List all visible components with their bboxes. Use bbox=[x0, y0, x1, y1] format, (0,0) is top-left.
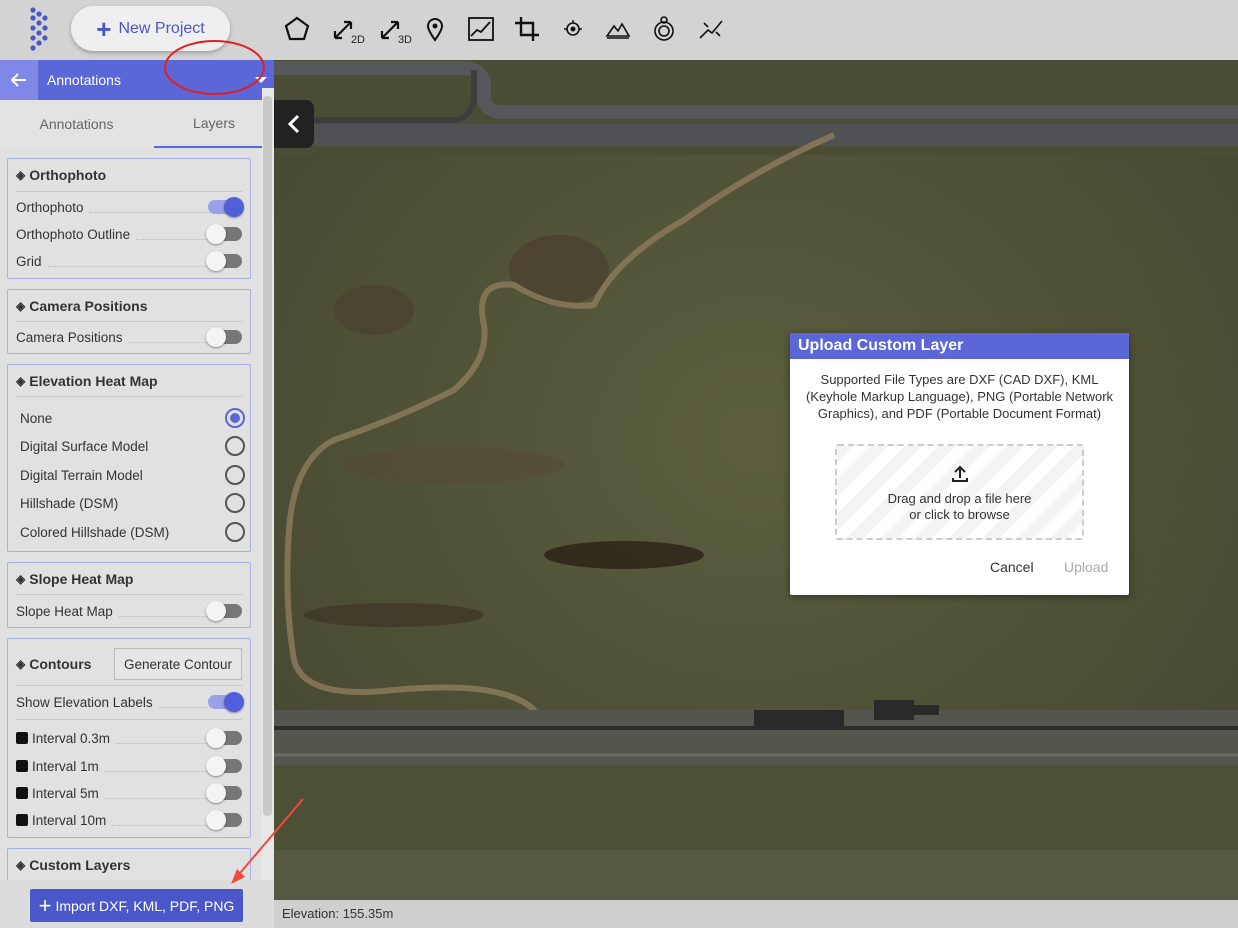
camera-card: ◈ Camera Positions Camera Positions bbox=[7, 289, 251, 354]
layers-icon: ◈ bbox=[16, 572, 26, 586]
marker-pin-icon[interactable] bbox=[418, 12, 452, 46]
contours-card: ◈ Contours Generate Contour Show Elevatio… bbox=[7, 638, 251, 838]
show-elevation-labels-toggle[interactable] bbox=[208, 692, 244, 712]
annotation-arrow-icon bbox=[231, 798, 304, 884]
cancel-button[interactable]: Cancel bbox=[990, 559, 1034, 575]
highlight-circle bbox=[164, 40, 265, 95]
elevation-radio-none[interactable] bbox=[225, 408, 245, 428]
elevation-option: None bbox=[20, 406, 242, 430]
grid-toggle[interactable] bbox=[206, 251, 242, 271]
color-swatch bbox=[16, 732, 28, 744]
contours-title: Contours bbox=[29, 656, 92, 672]
orthophoto-toggle[interactable] bbox=[208, 197, 244, 217]
collapse-sidebar-button[interactable] bbox=[274, 100, 314, 148]
custom-layers-card: ◈ Custom Layers bbox=[7, 848, 251, 880]
elevation-option-label: Hillshade (DSM) bbox=[20, 495, 119, 511]
grid-label: Grid bbox=[16, 253, 42, 269]
elevation-option: Digital Surface Model bbox=[20, 434, 242, 458]
upload-button[interactable]: Upload bbox=[1064, 559, 1108, 575]
interval-0-3m-toggle[interactable] bbox=[206, 728, 242, 748]
new-project-label: New Project bbox=[118, 19, 205, 37]
volume-icon[interactable] bbox=[601, 12, 635, 46]
chevron-left-icon bbox=[287, 114, 300, 134]
measure-3d-label: 3D bbox=[397, 34, 412, 46]
orthophoto-label: Orthophoto bbox=[16, 199, 84, 215]
target-icon[interactable] bbox=[647, 12, 681, 46]
slope-toggle[interactable] bbox=[206, 601, 242, 621]
elevation-option-label: Digital Terrain Model bbox=[20, 467, 143, 483]
elevation-title: Elevation Heat Map bbox=[29, 373, 158, 389]
layers-icon: ◈ bbox=[16, 299, 26, 313]
measure-2d-label: 2D bbox=[350, 34, 365, 46]
drop-hint-line1: Drag and drop a file here bbox=[887, 491, 1032, 506]
color-swatch bbox=[16, 787, 28, 799]
stockpile-icon[interactable] bbox=[694, 12, 728, 46]
elevation-option-label: Colored Hillshade (DSM) bbox=[20, 524, 170, 540]
elevation-option: Colored Hillshade (DSM) bbox=[20, 520, 242, 544]
show-elevation-labels-label: Show Elevation Labels bbox=[16, 694, 153, 710]
elevation-radio-colored-hillshade[interactable] bbox=[225, 522, 245, 542]
status-bar: Elevation: 155.35m bbox=[274, 900, 1238, 928]
elevation-radio-dsm[interactable] bbox=[225, 436, 245, 456]
layers-icon: ◈ bbox=[16, 168, 26, 182]
slope-card: ◈ Slope Heat Map Slope Heat Map bbox=[7, 562, 251, 628]
elevation-option: Digital Terrain Model bbox=[20, 463, 242, 487]
polygon-icon[interactable] bbox=[280, 12, 314, 46]
upload-custom-layer-dialog: Upload Custom Layer Supported File Types… bbox=[790, 333, 1129, 595]
elevation-option-label: None bbox=[20, 410, 53, 426]
elevation-readout: Elevation: 155.35m bbox=[282, 906, 394, 921]
upload-icon bbox=[837, 464, 1082, 489]
plus-icon: + bbox=[38, 892, 52, 918]
elevation-card: ◈ Elevation Heat Map None Digital Surface… bbox=[7, 364, 251, 552]
crop-icon[interactable] bbox=[510, 12, 544, 46]
slope-label: Slope Heat Map bbox=[16, 603, 113, 619]
orthophoto-outline-label: Orthophoto Outline bbox=[16, 226, 131, 242]
camera-positions-toggle[interactable] bbox=[206, 327, 242, 347]
orthophoto-title: Orthophoto bbox=[29, 167, 107, 183]
camera-icon[interactable] bbox=[556, 12, 590, 46]
layers-icon: ◈ bbox=[16, 858, 26, 872]
elevation-radio-hillshade[interactable] bbox=[225, 493, 245, 513]
elevation-profile-icon[interactable] bbox=[464, 12, 498, 46]
measure-2d-icon[interactable]: 2D bbox=[327, 12, 365, 46]
color-swatch bbox=[16, 814, 28, 826]
sidebar-scrollbar-thumb[interactable] bbox=[263, 96, 272, 816]
elevation-option-label: Digital Surface Model bbox=[20, 438, 149, 454]
elevation-option: Hillshade (DSM) bbox=[20, 491, 242, 515]
color-swatch bbox=[16, 760, 28, 772]
layers-icon: ◈ bbox=[16, 657, 26, 671]
measure-3d-icon[interactable]: 3D bbox=[374, 12, 412, 46]
generate-contour-button[interactable]: Generate Contour bbox=[114, 648, 242, 680]
elevation-radio-dtm[interactable] bbox=[225, 465, 245, 485]
camera-positions-label: Camera Positions bbox=[16, 329, 123, 345]
interval-label: Interval 0.3m bbox=[32, 730, 111, 746]
custom-layers-title: Custom Layers bbox=[29, 857, 131, 873]
interval-label: Interval 1m bbox=[32, 758, 99, 774]
plus-icon: + bbox=[96, 13, 112, 44]
import-button[interactable]: + Import DXF, KML, PDF, PNG bbox=[30, 889, 243, 922]
dialog-title: Upload Custom Layer bbox=[790, 333, 1129, 359]
interval-1m-toggle[interactable] bbox=[206, 756, 242, 776]
interval-label: Interval 10m bbox=[32, 812, 107, 828]
layers-icon: ◈ bbox=[16, 374, 26, 388]
import-label: Import DXF, KML, PDF, PNG bbox=[55, 897, 235, 914]
drop-hint-line2: or click to browse bbox=[909, 507, 1010, 522]
interval-label: Interval 5m bbox=[32, 785, 99, 801]
file-drop-zone[interactable]: Drag and drop a file here or click to br… bbox=[835, 444, 1084, 540]
orthophoto-card: ◈ Orthophoto Orthophoto Orthophoto Outlin… bbox=[7, 158, 251, 279]
camera-title: Camera Positions bbox=[29, 298, 148, 314]
app-logo-icon[interactable] bbox=[20, 4, 56, 54]
dialog-description: Supported File Types are DXF (CAD DXF), … bbox=[805, 372, 1114, 421]
slope-title: Slope Heat Map bbox=[29, 571, 134, 587]
orthophoto-outline-toggle[interactable] bbox=[206, 224, 242, 244]
layers-panel: ◈ Orthophoto Orthophoto Orthophoto Outlin… bbox=[0, 88, 262, 880]
annotations-title: Annotations bbox=[47, 72, 121, 88]
